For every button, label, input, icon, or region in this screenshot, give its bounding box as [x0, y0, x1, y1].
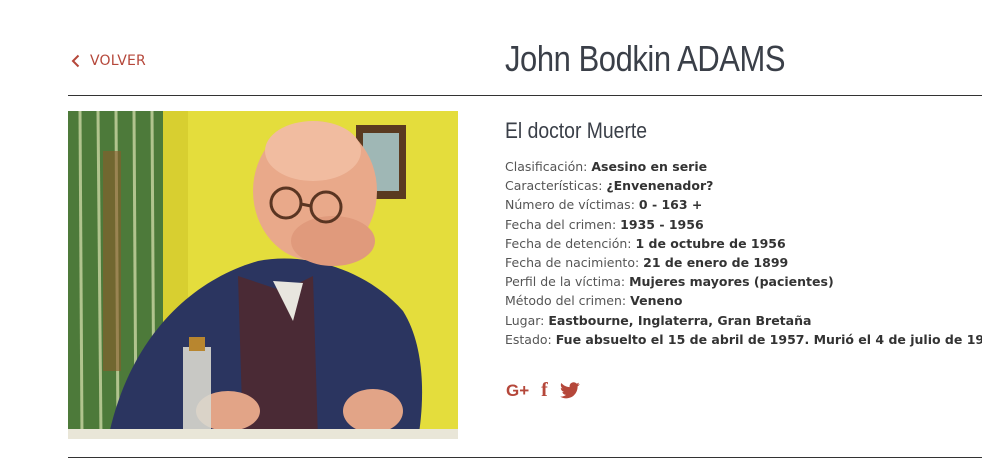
social-share: G+ f: [506, 379, 580, 402]
fact-classification: Clasificación: Asesino en serie: [505, 159, 708, 174]
fact-arrest-date: Fecha de detención: 1 de octubre de 1956: [505, 235, 786, 251]
fact-birth-date: Fecha de nacimiento: 21 de enero de 1899: [505, 255, 789, 271]
google-plus-icon: G+: [506, 380, 530, 400]
top-divider: [68, 95, 982, 96]
back-label: VOLVER: [90, 53, 146, 69]
fact-method: Método del crimen: Veneno: [505, 293, 683, 309]
back-link[interactable]: VOLVER: [68, 53, 146, 69]
page-title: John Bodkin ADAMS: [505, 38, 786, 79]
fact-crime-date: Fecha del crimen: 1935 - 1956: [505, 216, 704, 232]
google-plus-button[interactable]: G+: [506, 381, 529, 401]
facebook-button[interactable]: f: [541, 379, 548, 402]
facebook-icon: f: [541, 379, 548, 401]
profile-photo: [68, 111, 458, 439]
twitter-icon: [559, 382, 580, 399]
fact-status: Estado: Fue absuelto el 15 de abril de 1…: [505, 331, 982, 347]
profile-subtitle: El doctor Muerte: [505, 118, 648, 143]
fact-victim-count: Número de víctimas: 0 - 163 +: [505, 197, 703, 213]
fact-characteristics: Características: ¿Envenenador?: [505, 178, 714, 194]
bottom-divider: [68, 457, 982, 458]
fact-victim-profile: Perfil de la víctima: Mujeres mayores (p…: [505, 274, 834, 290]
fact-location: Lugar: Eastbourne, Inglaterra, Gran Bret…: [505, 312, 812, 328]
chevron-left-icon: [71, 54, 80, 68]
twitter-button[interactable]: [559, 382, 580, 399]
facts-list: Clasificación: Asesino en serie Caracter…: [505, 157, 982, 349]
